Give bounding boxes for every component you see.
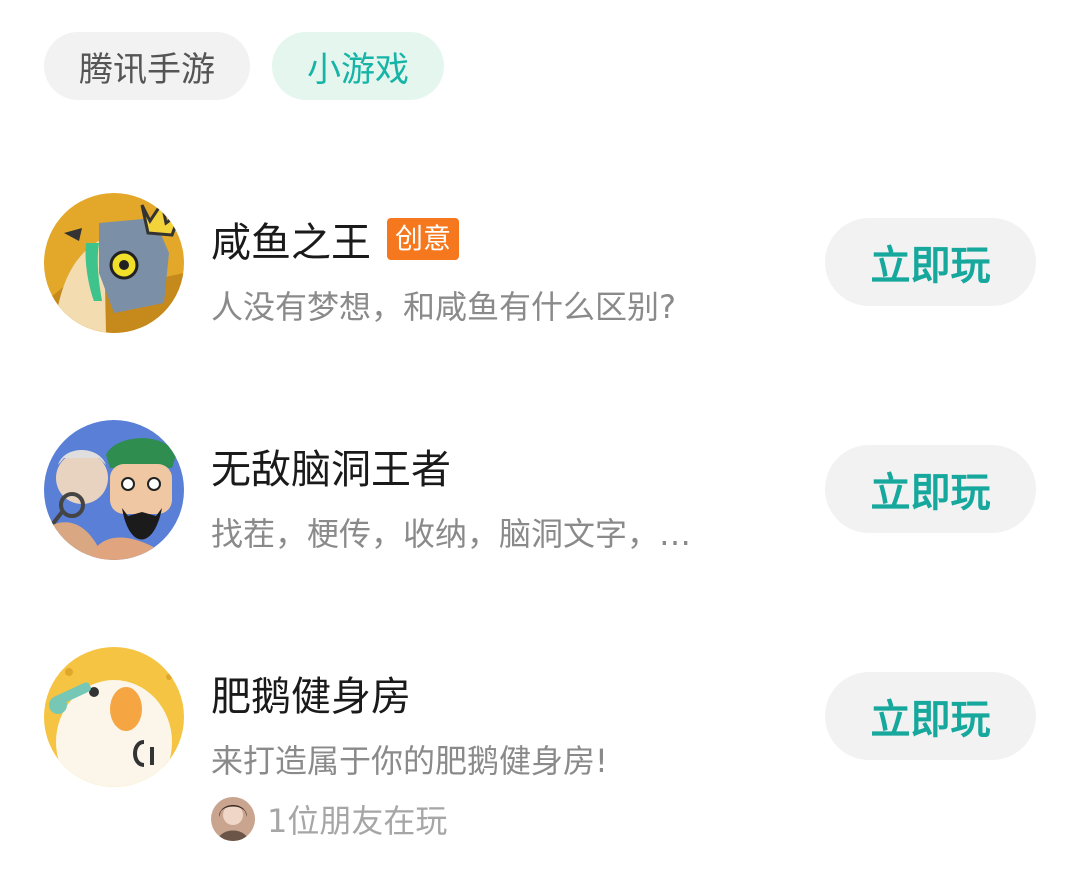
fat-goose-gym-icon[interactable] xyxy=(44,647,184,787)
category-tabs: 腾讯手游 小游戏 xyxy=(44,32,444,100)
salted-fish-king-icon[interactable] xyxy=(44,193,184,333)
creative-badge: 创意 xyxy=(387,218,460,260)
game-title: 咸鱼之王 xyxy=(211,220,371,266)
friends-playing: 1位朋友在玩 xyxy=(211,796,447,842)
play-now-button[interactable]: 立即玩 xyxy=(825,445,1036,533)
game-description: 找茬，梗传，收纳，脑洞文字，… xyxy=(211,515,692,553)
friend-avatar xyxy=(211,797,255,841)
play-now-button[interactable]: 立即玩 xyxy=(825,218,1036,306)
game-title: 无敌脑洞王者 xyxy=(211,447,451,493)
friends-playing-text: 1位朋友在玩 xyxy=(267,802,448,840)
game-description: 来打造属于你的肥鹅健身房! xyxy=(211,742,608,780)
game-title: 肥鹅健身房 xyxy=(211,674,411,720)
play-now-button[interactable]: 立即玩 xyxy=(825,672,1036,760)
brain-hole-king-icon[interactable] xyxy=(44,420,184,560)
game-description: 人没有梦想，和咸鱼有什么区别? xyxy=(211,288,676,326)
tab-tencent-mobile-games[interactable]: 腾讯手游 xyxy=(44,32,250,100)
tab-mini-games[interactable]: 小游戏 xyxy=(272,32,444,100)
